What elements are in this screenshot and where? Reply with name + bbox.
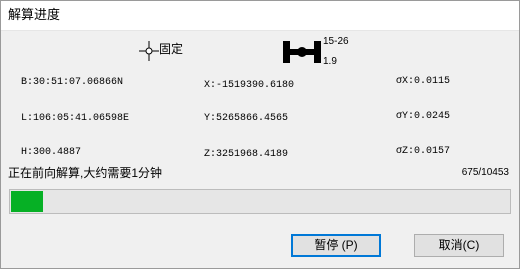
progress-count: 675/10453 — [461, 167, 509, 178]
coord-b: B:30:51:07.06866N — [21, 77, 124, 88]
window-title: 解算进度 — [8, 7, 61, 22]
coord-h: H:300.4887 — [21, 147, 82, 158]
progress-dialog: 解算进度 固定 15-26 1.9 B:30:51:07.06866N X:-1… — [0, 0, 520, 269]
sigma-y: σY:0.0245 — [396, 111, 451, 122]
coord-l: L:106:05:41.06598E — [21, 113, 130, 124]
crosshair-icon — [139, 41, 159, 61]
station-range: 15-26 — [323, 36, 349, 47]
progress-message: 正在前向解算,大约需要1分钟 — [8, 166, 163, 180]
coord-x: X:-1519390.6180 — [204, 80, 295, 91]
sigma-x: σX:0.0115 — [396, 76, 451, 87]
coord-y: Y:5265866.4565 — [204, 113, 289, 124]
progress-bar — [9, 189, 511, 214]
cancel-button[interactable]: 取消(C) — [414, 234, 504, 257]
sigma-z: σZ:0.0157 — [396, 146, 451, 157]
title-bar[interactable]: 解算进度 — [1, 1, 519, 31]
fix-status-label: 固定 — [159, 42, 184, 56]
pause-button[interactable]: 暂停 (P) — [291, 234, 381, 257]
station-value: 1.9 — [323, 56, 337, 67]
coord-z: Z:3251968.4189 — [204, 149, 289, 160]
baseline-icon — [283, 41, 321, 63]
progress-bar-fill — [11, 191, 43, 212]
